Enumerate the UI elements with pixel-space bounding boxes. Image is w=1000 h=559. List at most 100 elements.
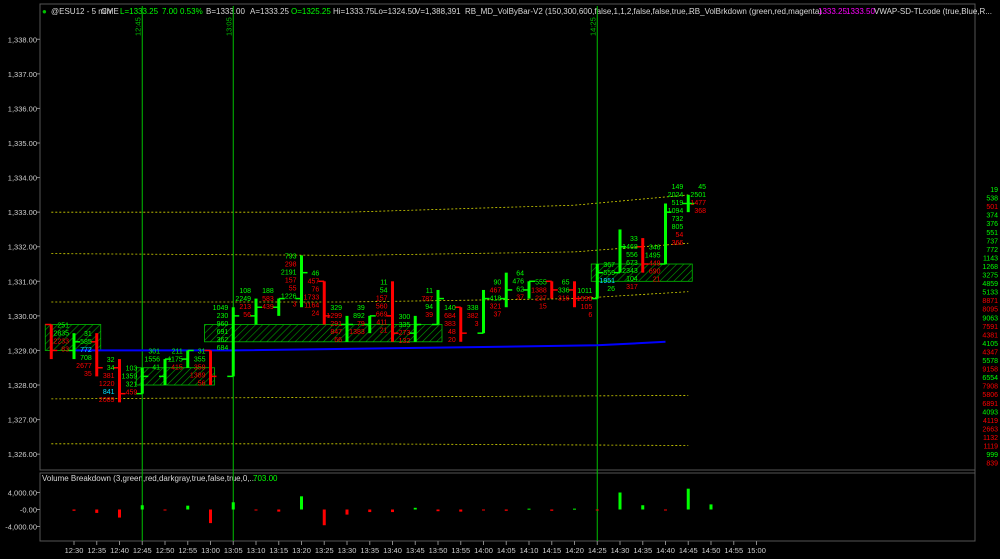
volume-at-price-label: 66: [334, 337, 342, 344]
price-tick-label: 1,327.00: [8, 416, 37, 425]
volume-at-price-label: 3: [475, 321, 479, 328]
volume-at-price-label: 103: [126, 366, 138, 373]
volume-breakdown-bar: [345, 509, 349, 515]
price-tick-label: 1,332.00: [8, 243, 37, 252]
volume-at-price-label: 37: [493, 311, 501, 318]
volume-at-price-label: 960: [217, 321, 229, 328]
ladder-volume-label: 839: [986, 461, 998, 468]
volume-at-price-label: 793: [285, 253, 297, 260]
ladder-volume-label: 6891: [982, 401, 998, 408]
time-tick-label: 14:20: [565, 546, 584, 555]
volume-at-price-label: 54: [380, 287, 388, 294]
volume-breakdown-bar: [300, 496, 303, 510]
trading-chart[interactable]: ● @ESU12 - 5 min CME L=1333.25 7.00 0.53…: [0, 0, 1000, 559]
header-study-value1: 1333.25: [818, 7, 847, 16]
volume-at-price-label: 211: [172, 348, 183, 355]
volume-tick-label: -0.00: [20, 506, 37, 515]
volume-at-price-label: 362: [217, 337, 229, 344]
volume-at-price-label: 368: [694, 208, 706, 215]
time-tick-label: 13:40: [383, 546, 402, 555]
volume-at-price-label: 669: [376, 311, 388, 318]
volume-at-price-label: 291: [330, 321, 342, 328]
volume-at-price-label: 1359: [122, 374, 138, 381]
volume-at-price-label: 213: [239, 304, 251, 311]
volume-at-price-label: 556: [626, 252, 638, 259]
volume-tick-label: 4,000.00: [8, 489, 37, 498]
volume-at-price-label: 321: [126, 382, 138, 389]
ladder-volume-label: 4093: [982, 409, 998, 416]
volume-at-price-label: 132: [399, 338, 411, 345]
volume-at-price-label: 1383: [349, 329, 365, 336]
volume-at-price-label: 382: [467, 313, 479, 320]
header-low: Lo=1324.50: [374, 7, 417, 16]
volume-at-price-label: 1388: [531, 287, 547, 294]
time-tick-label: 13:20: [292, 546, 311, 555]
time-tick-label: 13:05: [224, 546, 243, 555]
volume-at-price-label: 3: [293, 301, 297, 308]
price-tick-label: 1,336.00: [8, 104, 37, 113]
volume-at-price-label: 359: [194, 364, 206, 371]
time-marker-label: 13:05: [224, 17, 233, 36]
header-exchange: CME: [101, 7, 119, 16]
volume-at-price-label: 300: [399, 314, 411, 321]
volume-at-price-label: 1468: [622, 244, 638, 251]
volume-at-price-label: 772: [80, 347, 92, 354]
volume-at-price-label: 46: [311, 271, 319, 278]
volume-at-price-label: 684: [444, 313, 456, 320]
volume-at-price-label: 555: [535, 279, 547, 286]
volume-at-price-label: 62: [516, 287, 524, 294]
volume-at-price-label: 188: [262, 288, 274, 295]
volume-panel-frame: [39, 472, 976, 542]
volume-at-price-label: 892: [353, 313, 365, 320]
volume-at-price-label: 65: [562, 279, 570, 286]
header-open: O=1325.25: [291, 7, 331, 16]
ladder-volume-label: 5578: [982, 358, 998, 365]
price-tick-label: 1,331.00: [8, 277, 37, 286]
volume-at-price-label: 684: [217, 345, 229, 352]
volume-at-price-label: 1164: [304, 303, 319, 310]
time-marker-label: 12:45: [133, 17, 142, 36]
volume-at-price-label: 559: [603, 270, 615, 277]
volume-at-price-label: 76: [311, 287, 319, 294]
volume-breakdown-bar: [618, 492, 622, 510]
volume-at-price-label: 519: [672, 200, 684, 207]
volume-at-price-label: 583: [262, 296, 274, 303]
volume-at-price-label: 560: [376, 303, 388, 310]
volume-at-price-label: 230: [217, 313, 229, 320]
volume-at-price-label: 1299: [326, 313, 342, 320]
volume-at-price-label: 1495: [645, 253, 661, 260]
volume-breakdown-bar: [163, 509, 167, 511]
ladder-volume-label: 8095: [982, 307, 998, 314]
time-tick-label: 14:10: [520, 546, 539, 555]
time-tick-label: 13:25: [315, 546, 334, 555]
volume-at-price-label: 149: [672, 184, 684, 191]
price-tick-label: 1,338.00: [8, 35, 37, 44]
volume-at-price-label: 847: [330, 329, 342, 336]
volume-at-price-label: 418: [490, 295, 502, 302]
volume-at-price-label: 383: [444, 321, 456, 328]
volume-at-price-label: 787: [421, 296, 433, 303]
time-tick-label: 15:00: [747, 546, 766, 555]
volume-at-price-label: 108: [239, 288, 251, 295]
time-tick-label: 12:35: [87, 546, 106, 555]
volume-at-price-label: 21: [380, 327, 388, 334]
header-ask: A=1333.25: [250, 7, 289, 16]
time-tick-label: 12:55: [178, 546, 197, 555]
header-change: 7.00: [162, 7, 178, 16]
ladder-volume-label: 4859: [982, 281, 998, 288]
volume-at-price-label: 105: [581, 304, 593, 311]
ladder-volume-label: 772: [986, 247, 998, 254]
volume-at-price-label: 1389: [190, 372, 206, 379]
header-study-volbrkdown: RB_VolBrkdown (green,red,magenta): [689, 7, 822, 16]
time-tick-label: 12:50: [156, 546, 175, 555]
ladder-volume-label: 1119: [983, 444, 998, 451]
price-tick-label: 1,335.00: [8, 139, 37, 148]
ladder-volume-label: 7908: [982, 384, 998, 391]
time-tick-label: 13:15: [269, 546, 288, 555]
ladder-volume-label: 9063: [982, 315, 998, 322]
ladder-volume-label: 7591: [982, 324, 998, 331]
volume-at-price-label: 338: [467, 305, 479, 312]
volume-at-price-label: 1951: [599, 278, 615, 285]
volume-at-price-label: 298: [285, 261, 297, 268]
time-tick-label: 12:30: [65, 546, 84, 555]
